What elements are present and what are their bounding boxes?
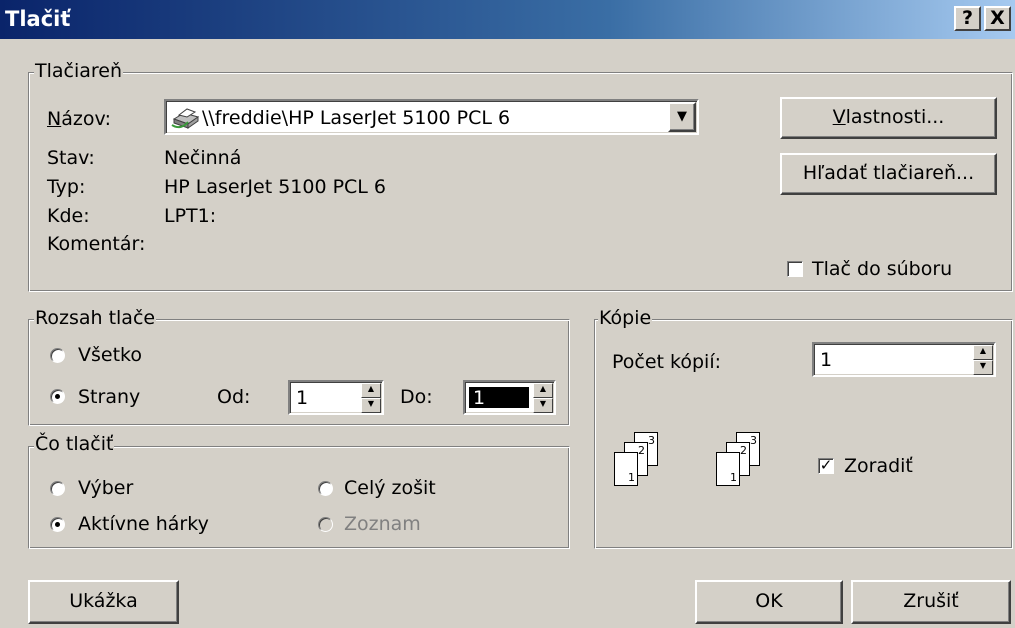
collate-label: Zoradiť [844,455,913,477]
help-button[interactable]: ? [954,6,981,31]
copies-count-value: 1 [820,349,833,371]
to-down-icon[interactable]: ▼ [533,398,553,413]
all-radio[interactable] [50,348,65,363]
page-1-icon: 1 [716,452,740,486]
ok-button[interactable]: OK [695,580,843,624]
page-1-number: 1 [628,471,635,484]
copies-up-icon[interactable]: ▲ [973,345,993,360]
print-to-file-checkbox[interactable] [787,261,803,277]
collate-illustration-2: 3 2 1 [712,432,792,497]
pages-label: Strany [78,386,141,408]
pages-radio[interactable] [50,389,65,404]
collate-checkbox[interactable]: ✓ [818,458,834,474]
from-label: Od: [217,386,251,408]
printer-name-label: Názov: [47,108,112,130]
printer-name-select[interactable]: \\freddie\HP LaserJet 5100 PCL 6 ▼ [164,99,699,135]
copies-count-label: Počet kópií: [612,351,721,373]
printer-legend: Tlačiareň [34,60,124,82]
cancel-button[interactable]: Zrušiť [851,580,1011,624]
print-range-legend: Rozsah tlače [34,307,157,329]
all-label: Všetko [78,344,142,366]
preview-button[interactable]: Ukážka [28,580,179,624]
to-up-icon[interactable]: ▲ [533,383,553,398]
copies-legend: Kópie [598,307,653,329]
to-label: Do: [400,386,433,408]
from-value: 1 [296,387,309,409]
page-2-number: 2 [638,444,645,457]
type-label: Typ: [47,176,86,198]
selection-label: Výber [78,477,134,499]
from-down-icon[interactable]: ▼ [361,398,381,413]
page-3-number: 3 [750,434,757,447]
from-spinner[interactable]: 1 ▲ ▼ [288,380,384,415]
window-title: Tlačiť [5,7,71,31]
print-to-file-label: Tlač do súboru [812,258,953,280]
page-3-number: 3 [648,434,655,447]
copies-spinner[interactable]: 1 ▲ ▼ [812,342,996,377]
printer-icon [170,105,202,129]
where-value: LPT1: [164,205,217,227]
where-label: Kde: [47,205,90,227]
to-value: 1 [473,387,486,409]
status-value: Nečinná [164,147,242,169]
from-up-icon[interactable]: ▲ [361,383,381,398]
list-radio [318,517,333,532]
print-what-legend: Čo tlačiť [34,433,115,455]
find-printer-button[interactable]: Hľadať tlačiareň... [780,153,997,195]
chevron-down-icon[interactable]: ▼ [668,102,696,132]
page-2-number: 2 [740,444,747,457]
properties-button[interactable]: Vlastnosti... [780,97,997,139]
workbook-label: Celý zošit [344,477,436,499]
copies-down-icon[interactable]: ▼ [973,360,993,375]
selection-radio[interactable] [50,481,65,496]
workbook-radio[interactable] [318,481,333,496]
to-spinner[interactable]: 1 ▲ ▼ [463,380,556,415]
page-1-number: 1 [730,471,737,484]
printer-name-value: \\freddie\HP LaserJet 5100 PCL 6 [202,107,511,129]
title-bar [0,0,1015,39]
properties-label-rest: lastnosti... [845,106,945,128]
status-label: Stav: [47,147,95,169]
active-sheets-radio[interactable] [50,517,65,532]
name-label-rest: ázov: [61,108,112,130]
type-value: HP LaserJet 5100 PCL 6 [164,176,387,198]
collate-illustration-1: 3 2 1 [610,432,690,497]
page-1-icon: 1 [614,452,638,486]
active-sheets-label: Aktívne hárky [78,513,209,535]
list-label: Zoznam [344,513,421,535]
close-button[interactable]: X [984,6,1011,31]
comment-label: Komentár: [47,233,146,255]
